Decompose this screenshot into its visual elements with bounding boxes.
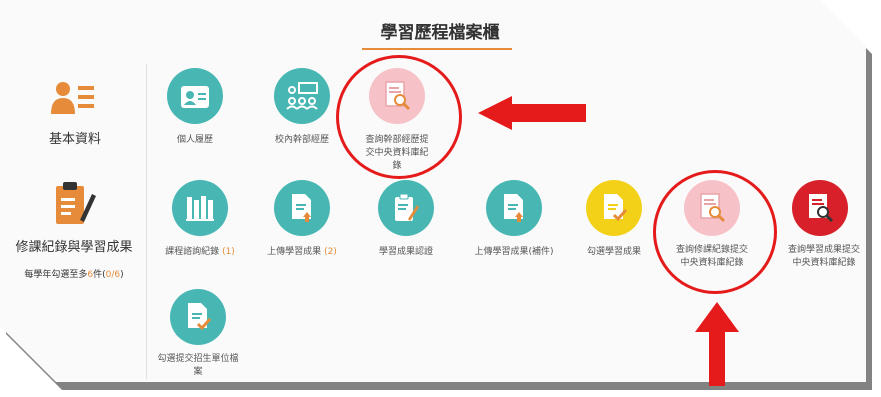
page-title: 學習歷程檔案櫃 <box>380 23 500 43</box>
item-select-results[interactable]: 勾選學習成果 <box>576 180 652 259</box>
item-query-results-db-label: 查詢學習成果提交中央資料庫紀錄 <box>787 245 860 268</box>
id-card-icon <box>167 68 223 124</box>
item-resume[interactable]: 個人履歷 <box>160 68 230 147</box>
annotation-arrow-up <box>695 302 739 386</box>
course-consultation-text: 課程諮詢紀錄 <box>165 247 220 257</box>
item-upload-results-supplement[interactable]: 上傳學習成果(補件) <box>462 180 566 259</box>
annotation-arrow-left <box>478 96 586 130</box>
upload-document-icon <box>274 180 330 236</box>
sidebar-item-basic[interactable]: 基本資料 <box>30 80 120 150</box>
quota-count: 0/6 <box>105 270 121 280</box>
item-results-certification-label: 學習成果認證 <box>378 247 433 257</box>
item-query-results-db[interactable]: 查詢學習成果提交中央資料庫紀錄 <box>786 180 866 270</box>
highlight-circle <box>653 170 777 294</box>
title-underline <box>362 48 512 50</box>
item-cadre-experience[interactable]: 校內幹部經歷 <box>262 68 342 147</box>
item-course-consultation[interactable]: 課程諮詢紀錄 (1) <box>157 180 243 259</box>
sidebar-divider <box>146 64 147 379</box>
highlight-circle <box>336 55 462 179</box>
item-resume-label: 個人履歷 <box>176 135 213 145</box>
upload-results-text: 上傳學習成果 <box>267 247 322 257</box>
sidebar-item-course-records[interactable]: 修課紀錄與學習成果 <box>6 180 142 260</box>
item-select-submit-admission[interactable]: 勾選提交招生單位檔案 <box>150 289 246 379</box>
quota-suffix: ) <box>120 270 124 280</box>
upload-results-count: (2) <box>324 247 337 257</box>
sidebar-item-basic-label: 基本資料 <box>48 132 101 147</box>
document-check-icon <box>170 289 226 345</box>
item-select-results-label: 勾選學習成果 <box>586 247 641 257</box>
document-check-icon <box>586 180 642 236</box>
quota-unit: 件( <box>93 270 106 280</box>
document-search-icon <box>792 180 848 236</box>
upload-document-icon <box>486 180 542 236</box>
group-icon <box>274 68 330 124</box>
books-icon <box>172 180 228 236</box>
clipboard-edit-icon <box>378 180 434 236</box>
person-list-icon <box>51 82 94 114</box>
item-upload-results-supplement-label: 上傳學習成果(補件) <box>474 247 554 257</box>
sidebar-item-course-label: 修課紀錄與學習成果 <box>15 240 133 255</box>
item-select-submit-admission-label: 勾選提交招生單位檔案 <box>157 354 239 377</box>
item-upload-results[interactable]: 上傳學習成果 (2) <box>257 180 347 259</box>
clipboard-pencil-icon <box>56 182 96 224</box>
item-upload-results-label: 上傳學習成果 (2) <box>257 246 347 259</box>
course-consultation-count: (1) <box>222 247 235 257</box>
item-course-consultation-label: 課程諮詢紀錄 (1) <box>157 246 243 259</box>
quota-prefix: 每學年勾選至多 <box>24 270 88 280</box>
item-results-certification[interactable]: 學習成果認證 <box>368 180 444 259</box>
item-cadre-experience-label: 校內幹部經歷 <box>274 135 329 145</box>
selection-quota: 每學年勾選至多6件(0/6) <box>6 267 142 280</box>
